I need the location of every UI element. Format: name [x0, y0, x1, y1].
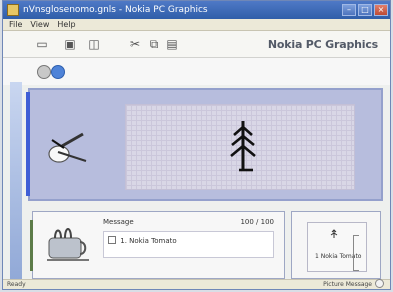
list-item-label: 1. Nokia Tomato: [120, 237, 177, 245]
small-phone-icon[interactable]: [37, 65, 51, 79]
menu-bar: File View Help: [3, 19, 390, 31]
window-controls: – □ ×: [342, 4, 390, 16]
open-icon[interactable]: ▣: [63, 37, 77, 51]
save-icon[interactable]: ◫: [87, 37, 101, 51]
status-icon: [375, 279, 384, 288]
secondary-toolbar: [3, 58, 390, 85]
checkbox-icon[interactable]: [108, 236, 116, 244]
tree-logo-icon: [230, 121, 256, 172]
preview-scale: [353, 235, 360, 271]
menu-view[interactable]: View: [30, 20, 49, 29]
message-list-header: Message 100 / 100: [103, 218, 274, 230]
globe-icon[interactable]: [51, 65, 65, 79]
new-icon[interactable]: ▭: [35, 37, 49, 51]
status-left: Ready: [7, 281, 26, 288]
maximize-button[interactable]: □: [358, 4, 372, 16]
image-editor-panel: [26, 88, 383, 201]
message-count: 100 / 100: [240, 218, 274, 226]
preview-box[interactable]: 1 Nokia Tomato: [307, 222, 367, 272]
message-list-box[interactable]: 1. Nokia Tomato: [103, 231, 274, 258]
menu-help[interactable]: Help: [57, 20, 75, 29]
menu-file[interactable]: File: [9, 20, 22, 29]
window-title: nVnsglosenomo.gnls - Nokia PC Graphics: [23, 5, 208, 15]
minimize-button[interactable]: –: [342, 4, 356, 16]
app-icon: [7, 4, 19, 16]
copy-icon[interactable]: ⧉: [147, 37, 161, 51]
message-list-panel: Message 100 / 100 1. Nokia Tomato: [30, 211, 285, 279]
title-bar[interactable]: nVnsglosenomo.gnls - Nokia PC Graphics –…: [3, 1, 390, 19]
cup-icon: [47, 228, 89, 261]
status-bar: Ready Picture Message: [3, 279, 390, 289]
toolbar: ▭ ▣ ◫ ✂ ⧉ ▤ Nokia PC Graphics: [3, 31, 390, 58]
paint-brush-icon[interactable]: [44, 128, 90, 168]
paste-icon[interactable]: ▤: [165, 37, 179, 51]
brand-label: Nokia PC Graphics: [267, 38, 378, 51]
message-list-title: Message: [103, 218, 134, 226]
preview-panel: 1 Nokia Tomato: [291, 211, 381, 279]
mini-tree-icon: [330, 229, 338, 238]
list-item[interactable]: 1. Nokia Tomato: [108, 236, 177, 245]
status-right: Picture Message: [323, 281, 372, 288]
app-window: nVnsglosenomo.gnls - Nokia PC Graphics –…: [2, 0, 391, 290]
cut-icon[interactable]: ✂: [128, 37, 142, 51]
pixel-grid-canvas[interactable]: [125, 104, 355, 190]
left-side-strip: [10, 82, 22, 287]
close-button[interactable]: ×: [374, 4, 388, 16]
